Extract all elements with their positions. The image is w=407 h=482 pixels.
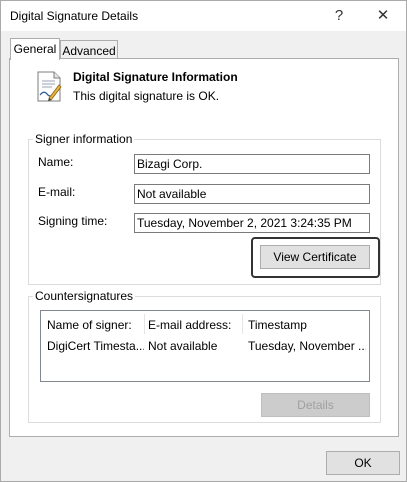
- ok-button[interactable]: OK: [326, 451, 400, 475]
- name-label: Name:: [38, 155, 74, 169]
- signer-info-legend: Signer information: [33, 132, 135, 146]
- close-button[interactable]: ✕: [361, 1, 405, 31]
- certificate-icon: [37, 71, 62, 102]
- row-signer-name[interactable]: DigiCert Timesta...: [47, 339, 144, 353]
- details-button[interactable]: Details: [261, 393, 370, 417]
- column-separator[interactable]: [144, 314, 145, 334]
- dialog-window: Digital Signature Details ? ✕ General Ad…: [0, 0, 407, 482]
- help-button[interactable]: ?: [317, 1, 361, 31]
- name-field[interactable]: Bizagi Corp.: [134, 154, 370, 174]
- column-separator[interactable]: [242, 314, 243, 334]
- signature-info-heading: Digital Signature Information: [73, 70, 238, 84]
- column-header-name[interactable]: Name of signer:: [47, 318, 145, 332]
- email-label: E-mail:: [38, 185, 76, 199]
- tab-general[interactable]: General: [10, 38, 60, 60]
- row-timestamp[interactable]: Tuesday, November ...: [248, 339, 366, 353]
- view-certificate-button[interactable]: View Certificate: [260, 245, 370, 269]
- countersignatures-legend: Countersignatures: [33, 289, 136, 303]
- column-header-timestamp[interactable]: Timestamp: [248, 318, 366, 332]
- signature-status-text: This digital signature is OK.: [73, 89, 220, 103]
- title-bar: Digital Signature Details ? ✕: [1, 1, 406, 31]
- window-title: Digital Signature Details: [10, 9, 139, 23]
- signing-time-label: Signing time:: [38, 214, 108, 228]
- column-header-email[interactable]: E-mail address:: [148, 318, 242, 332]
- tab-advanced[interactable]: Advanced: [60, 40, 118, 60]
- row-email[interactable]: Not available: [148, 339, 242, 353]
- signing-time-field[interactable]: Tuesday, November 2, 2021 3:24:35 PM: [134, 213, 370, 233]
- email-field[interactable]: Not available: [134, 184, 370, 204]
- countersignatures-list[interactable]: Name of signer: E-mail address: Timestam…: [40, 310, 370, 382]
